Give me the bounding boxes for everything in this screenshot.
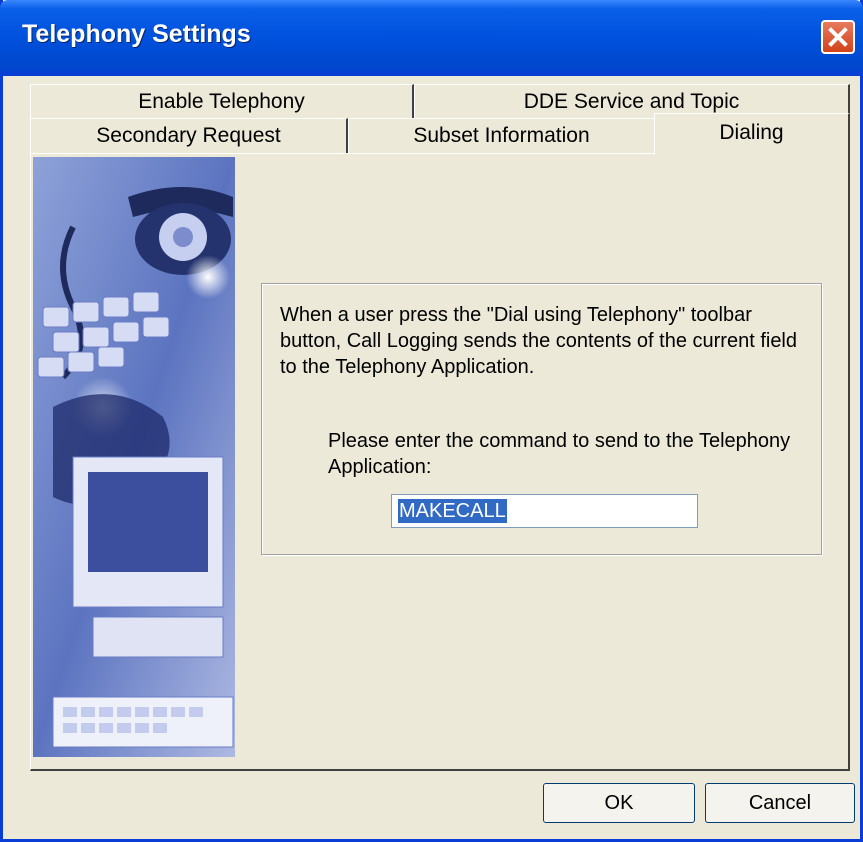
- tab-secondary-request[interactable]: Secondary Request: [30, 118, 348, 154]
- command-prompt-label: Please enter the command to send to the …: [328, 430, 791, 478]
- tab-label: Subset Information: [413, 124, 590, 147]
- ok-button[interactable]: OK: [543, 783, 695, 823]
- command-input[interactable]: MAKECALL: [391, 494, 698, 528]
- tab-label: Dialing: [719, 121, 784, 144]
- tab-label: DDE Service and Topic: [523, 90, 740, 113]
- tab-label: Secondary Request: [96, 124, 281, 147]
- dialing-description: When a user press the "Dial using Teleph…: [280, 304, 798, 378]
- tab-subset-information[interactable]: Subset Information: [348, 118, 656, 154]
- command-input-value: MAKECALL: [398, 499, 507, 523]
- close-icon: [828, 27, 848, 47]
- window-title: Telephony Settings: [22, 20, 251, 48]
- tab-label: Enable Telephony: [138, 90, 305, 113]
- title-bar[interactable]: Telephony Settings: [0, 0, 863, 76]
- cancel-button[interactable]: Cancel: [705, 783, 855, 823]
- telephone-keyboard-illustration: [33, 157, 235, 757]
- close-button[interactable]: [821, 20, 855, 54]
- tab-dialing[interactable]: Dialing: [654, 113, 850, 155]
- tab-enable-telephony[interactable]: Enable Telephony: [30, 84, 414, 120]
